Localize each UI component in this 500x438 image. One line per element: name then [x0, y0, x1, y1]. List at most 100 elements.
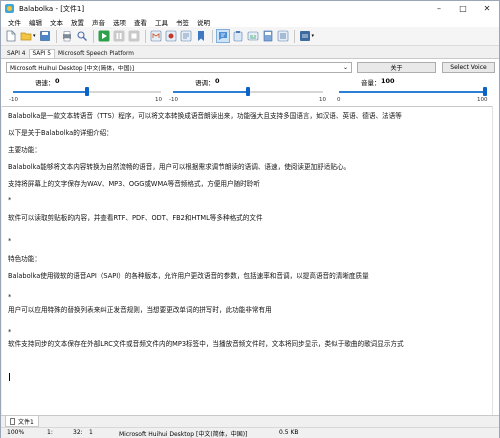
status-line: 1:: [47, 429, 53, 436]
document-bullet: *: [8, 293, 12, 301]
document-line: 软件支持同步的文本保存在外部LRC文件或音频文件内的MP3标签中，当播放音频文件…: [8, 340, 404, 348]
document-line: 用户可以应用特殊的替换列表来纠正发音规则，当想要更改单词的拼写时，此功能非常有用: [8, 306, 272, 314]
status-bar: 100% 1: 32: 1 Microsoft Huihui Desktop […: [1, 427, 499, 438]
rate-value: 0: [55, 77, 60, 85]
volume-slider-thumb[interactable]: [483, 87, 487, 96]
toolbar-separator: [293, 29, 295, 43]
tab-sapi4[interactable]: SAPI 4: [4, 50, 29, 58]
document-line: 支持将屏幕上的文字保存为WAV、MP3、OGG或WMA等音频格式，方便用户随时聆…: [8, 180, 260, 188]
close-button[interactable]: ✕: [475, 1, 499, 16]
clipboard-read-icon[interactable]: [232, 30, 244, 42]
engine-tabs: SAPI 4 SAPI 5 Microsoft Speech Platform: [1, 47, 499, 58]
status-zoom: 100%: [7, 429, 25, 436]
pitch-label: 语调：: [195, 79, 215, 87]
record-icon[interactable]: [165, 30, 177, 42]
pitch-max-label: 10: [319, 97, 326, 103]
document-line: 主要功能：: [8, 146, 41, 154]
document-bullet: *: [8, 328, 12, 336]
rate-min-label: -10: [9, 97, 18, 103]
convert-audio-icon[interactable]: [150, 30, 162, 42]
volume-min-label: 0: [337, 97, 341, 103]
text-caret: [9, 373, 10, 381]
document-line: 以下是关于Balabolka的详细介绍：: [8, 129, 113, 137]
settings-icon[interactable]: [277, 30, 289, 42]
menu-play[interactable]: 放置: [67, 17, 88, 27]
open-dropdown-icon[interactable]: ▾: [33, 33, 36, 39]
document-line: 特色功能：: [8, 255, 41, 263]
dictionary-icon[interactable]: [262, 30, 274, 42]
document-line: 软件可以读取剪贴板的内容，并查看RTF、PDF、ODT、FB2和HTML等多种格…: [8, 214, 263, 222]
stop-icon[interactable]: [128, 30, 140, 42]
document-tabs: 文件1: [1, 415, 499, 427]
menu-help[interactable]: 说明: [193, 17, 214, 27]
menu-options[interactable]: 选项: [109, 17, 130, 27]
voice-row: Microsoft Huihui Desktop [中文(简体，中国)] ⌄ 关…: [1, 58, 499, 75]
rate-slider[interactable]: [13, 87, 161, 96]
save-icon[interactable]: [39, 30, 51, 42]
volume-value: 100: [381, 77, 395, 85]
toolbar-separator: [92, 29, 94, 43]
document-tab-label: 文件1: [18, 418, 34, 426]
menu-edit[interactable]: 编辑: [25, 17, 46, 27]
text-split-icon[interactable]: [180, 30, 192, 42]
status-voice: Microsoft Huihui Desktop [中文(简体，中国)]: [119, 431, 248, 438]
subtitles-icon[interactable]: [247, 30, 259, 42]
title-bar: Balabolka - [文件1] – □ ✕: [1, 1, 499, 16]
document-line: Balabolka使用微软的语音API（SAPI）的各种版本，允许用户更改语音的…: [8, 272, 369, 280]
volume-label: 音量：: [361, 79, 381, 87]
open-folder-icon[interactable]: [20, 30, 32, 42]
rate-slider-thumb[interactable]: [85, 87, 89, 96]
chevron-down-icon: ⌄: [342, 64, 348, 71]
window-title: Balabolka - [文件1]: [19, 4, 85, 13]
about-voice-button[interactable]: 关于: [357, 62, 436, 73]
select-voice-button[interactable]: Select Voice: [442, 62, 495, 73]
help-dropdown-icon[interactable]: ▾: [312, 33, 315, 39]
speech-file-icon[interactable]: [215, 29, 230, 43]
document-icon: [10, 417, 15, 425]
menu-voice[interactable]: 声音: [88, 17, 109, 27]
print-icon[interactable]: [61, 30, 73, 42]
menu-view[interactable]: 查看: [130, 17, 151, 27]
pitch-slider-thumb[interactable]: [246, 87, 250, 96]
bookmark-icon[interactable]: [195, 30, 207, 42]
app-window: Balabolka - [文件1] – □ ✕ 文件 编辑 文本 放置 声音 选…: [0, 0, 500, 438]
tab-speech-platform[interactable]: Microsoft Speech Platform: [55, 50, 137, 58]
play-icon[interactable]: [98, 30, 110, 42]
toolbar: ▾ ▾: [1, 27, 499, 46]
pitch-value: 0: [215, 77, 220, 85]
vertical-scrollbar[interactable]: [492, 106, 499, 415]
menu-bar: 文件 编辑 文本 放置 声音 选项 查看 工具 书签 说明: [1, 16, 499, 27]
window-controls: – □ ✕: [427, 1, 499, 16]
menu-bookmarks[interactable]: 书签: [172, 17, 193, 27]
pitch-min-label: -10: [169, 97, 178, 103]
toolbar-separator: [211, 29, 213, 43]
rate-slider-fill: [13, 91, 87, 93]
document-line: Balabolka是一款文本转语音（TTS）程序，可以将文本转换成语音朗读出来，…: [8, 112, 402, 120]
document-bullet: *: [8, 237, 12, 245]
menu-file[interactable]: 文件: [4, 17, 25, 27]
help-icon[interactable]: [299, 30, 311, 42]
menu-tools[interactable]: 工具: [151, 17, 172, 27]
menu-text[interactable]: 文本: [46, 17, 67, 27]
volume-max-label: 100: [477, 97, 488, 103]
volume-slider[interactable]: [339, 87, 487, 96]
new-file-icon[interactable]: [5, 30, 17, 42]
pitch-slider[interactable]: [173, 87, 323, 96]
voice-select[interactable]: Microsoft Huihui Desktop [中文(简体，中国)] ⌄: [6, 62, 352, 73]
minimize-button[interactable]: –: [427, 1, 451, 16]
balabolka-app-icon: [5, 4, 14, 13]
status-column: 32:: [73, 429, 83, 436]
toolbar-separator: [144, 29, 146, 43]
document-tab[interactable]: 文件1: [5, 416, 39, 427]
text-editor[interactable]: Balabolka是一款文本转语音（TTS）程序，可以将文本转换成语音朗读出来，…: [2, 106, 492, 415]
maximize-button[interactable]: □: [451, 1, 475, 16]
rate-label: 语速：: [35, 79, 55, 87]
voice-sliders: 语速： 0 -10 10 语调： 0 -10 10 音量： 100 0 100: [1, 75, 499, 106]
toolbar-separator: [55, 29, 57, 43]
pitch-slider-group: 语调： 0 -10 10: [169, 77, 331, 105]
pause-icon[interactable]: [113, 30, 125, 42]
find-icon[interactable]: [76, 30, 88, 42]
status-file-size: 0.5 KB: [279, 429, 299, 436]
document-bullet: *: [8, 196, 12, 204]
tab-sapi5[interactable]: SAPI 5: [28, 49, 55, 58]
